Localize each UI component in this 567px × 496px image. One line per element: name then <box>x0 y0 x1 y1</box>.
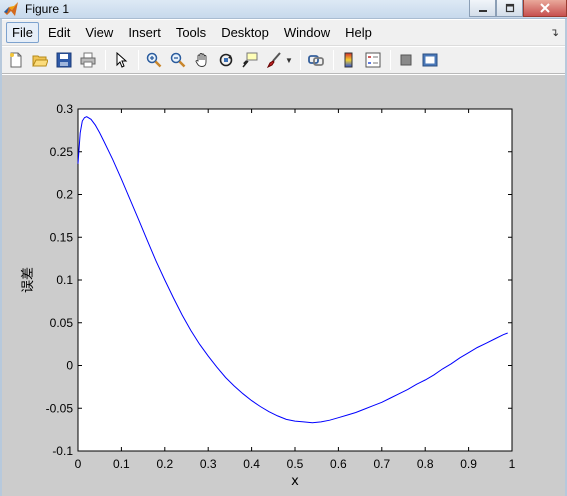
hide-plot-tools-button[interactable] <box>395 49 417 71</box>
x-tick-label: 0 <box>75 457 82 471</box>
x-tick-label: 0.6 <box>330 457 347 471</box>
insert-colorbar-button[interactable] <box>338 49 360 71</box>
menu-desktop[interactable]: Desktop <box>215 22 275 43</box>
brush-dropdown-icon[interactable]: ▼ <box>285 56 293 65</box>
pan-hand-icon <box>195 53 207 67</box>
new-figure-icon <box>10 52 22 68</box>
x-tick-label: 0.9 <box>460 457 477 471</box>
legend-icon <box>365 52 381 68</box>
rotate-3d-button[interactable] <box>215 49 237 71</box>
y-tick-label: 0.15 <box>50 230 74 244</box>
save-button[interactable] <box>53 49 75 71</box>
brush-button[interactable] <box>263 49 285 71</box>
curved-arrow-icon[interactable]: ↴ <box>550 26 559 39</box>
link-plot-button[interactable] <box>305 49 327 71</box>
print-button[interactable] <box>77 49 99 71</box>
edit-plot-button[interactable] <box>110 49 132 71</box>
menu-bar: File Edit View Insert Tools Desktop Wind… <box>2 20 565 46</box>
figure-canvas[interactable]: 0 0.1 0.2 0.3 0.4 0.5 0.6 0.7 0.8 0.9 1 -0.1 -0.05 0… <box>2 75 565 496</box>
x-tick-label: 0.2 <box>156 457 173 471</box>
window-title: Figure 1 <box>25 2 70 16</box>
x-tick-label: 0.1 <box>113 457 130 471</box>
x-tick-label: 0.7 <box>373 457 390 471</box>
y-axis-label: 误差 <box>21 267 36 293</box>
toolbar-separator <box>389 50 391 70</box>
zoom-in-button[interactable] <box>143 49 165 71</box>
minimize-icon <box>478 10 487 12</box>
show-plot-tools-icon <box>422 53 438 67</box>
y-tick-label: 0.1 <box>56 273 73 287</box>
x-tick-label: 1 <box>509 457 516 471</box>
y-tick-label: -0.05 <box>46 401 74 415</box>
title-bar[interactable]: Figure 1 <box>0 0 567 19</box>
y-tick-label: 0.2 <box>56 188 73 202</box>
colorbar-icon <box>344 52 353 68</box>
line-chart[interactable]: 0 0.1 0.2 0.3 0.4 0.5 0.6 0.7 0.8 0.9 1 -0.1 -0.05 0… <box>2 75 565 496</box>
y-tick-label: 0.05 <box>50 316 74 330</box>
link-plot-icon <box>308 55 324 66</box>
menu-view[interactable]: View <box>79 22 119 43</box>
open-file-button[interactable] <box>29 49 51 71</box>
minimize-button[interactable] <box>469 0 496 17</box>
menu-window[interactable]: Window <box>278 22 336 43</box>
matlab-logo-icon <box>4 2 18 16</box>
data-cursor-button[interactable] <box>239 49 261 71</box>
x-tick-label: 0.8 <box>417 457 434 471</box>
edit-plot-arrow-icon <box>116 52 128 68</box>
save-icon <box>56 52 72 68</box>
x-axis-label: x <box>291 474 299 489</box>
pan-button[interactable] <box>191 49 213 71</box>
x-tick-label: 0.5 <box>287 457 304 471</box>
zoom-in-icon <box>146 52 162 68</box>
hide-plot-tools-icon <box>400 54 412 66</box>
close-icon <box>540 3 550 13</box>
menu-tools[interactable]: Tools <box>170 22 212 43</box>
x-tick-label: 0.3 <box>200 457 217 471</box>
menu-insert[interactable]: Insert <box>122 22 167 43</box>
data-cursor-icon <box>242 52 258 68</box>
x-tick-label: 0.4 <box>243 457 260 471</box>
menu-help[interactable]: Help <box>339 22 378 43</box>
window-controls <box>469 0 567 17</box>
toolbar-separator <box>138 50 139 70</box>
zoom-out-icon <box>170 52 186 68</box>
menu-file[interactable]: File <box>6 22 39 43</box>
brush-icon <box>266 52 281 68</box>
y-tick-label: 0 <box>66 359 73 373</box>
show-plot-tools-button[interactable] <box>419 49 441 71</box>
open-file-icon <box>32 55 48 67</box>
toolbar-separator <box>332 50 334 70</box>
maximize-icon <box>505 3 514 13</box>
zoom-out-button[interactable] <box>167 49 189 71</box>
menu-edit[interactable]: Edit <box>42 22 76 43</box>
insert-legend-button[interactable] <box>362 49 384 71</box>
new-figure-button[interactable] <box>5 49 27 71</box>
axes-background[interactable] <box>77 108 513 452</box>
rotate-3d-icon <box>219 53 233 67</box>
y-tick-label: 0.25 <box>50 145 74 159</box>
y-tick-label: 0.3 <box>56 102 73 116</box>
y-tick-label: -0.1 <box>52 444 73 458</box>
toolbar-separator <box>299 50 301 70</box>
print-icon <box>80 52 96 68</box>
toolbar-separator <box>105 50 106 70</box>
maximize-button[interactable] <box>496 0 523 17</box>
close-button[interactable] <box>523 0 567 17</box>
figure-toolbar: ▼ <box>2 47 565 74</box>
